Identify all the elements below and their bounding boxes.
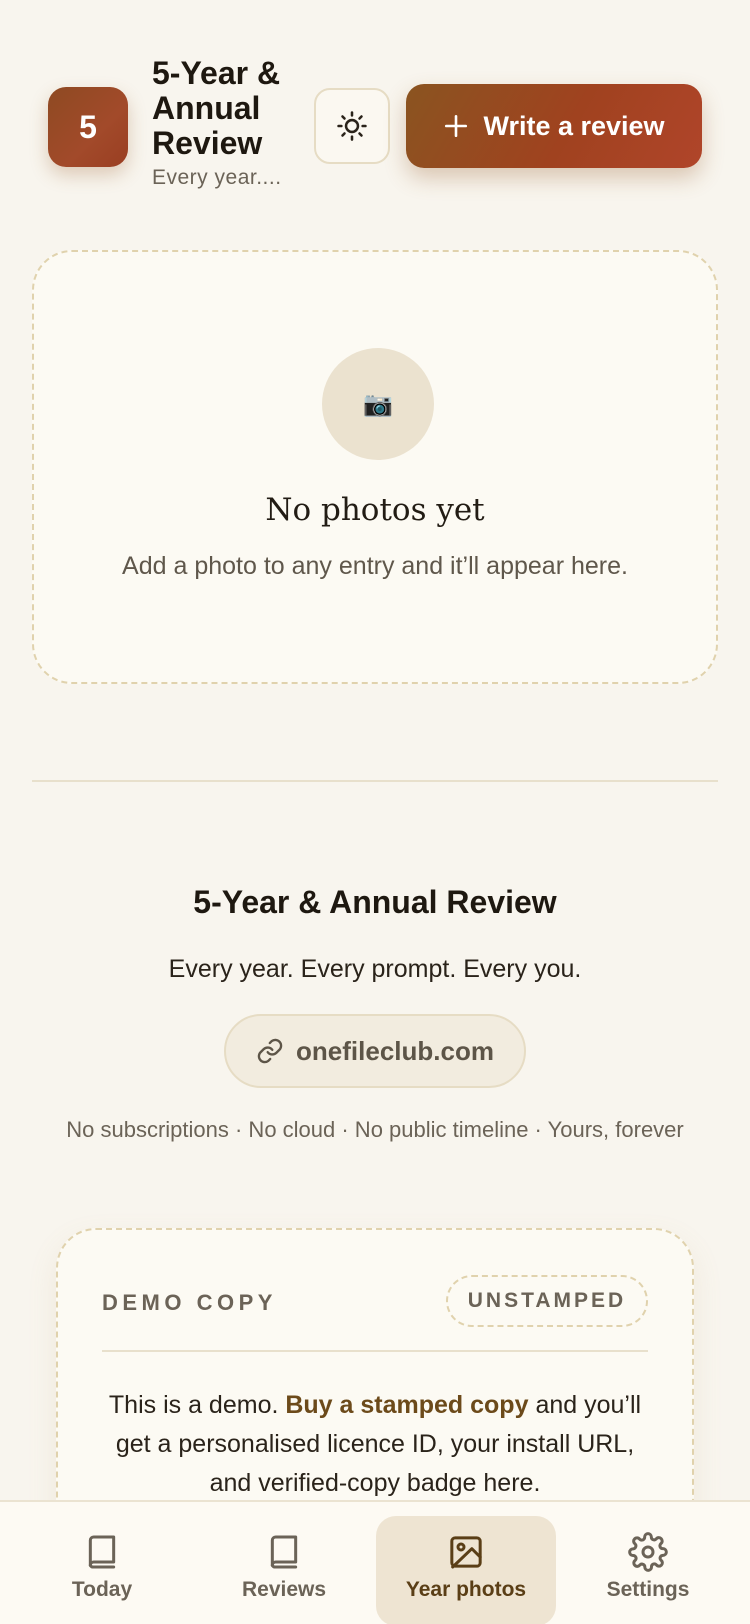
write-review-label: Write a review xyxy=(483,110,665,141)
theme-toggle-button[interactable] xyxy=(314,88,390,164)
footer-brand-title: 5-Year & Annual Review xyxy=(193,884,557,920)
demo-card-divider xyxy=(102,1350,648,1352)
nav-item-year-photos[interactable]: Year photos xyxy=(376,1516,556,1624)
nav-label-today: Today xyxy=(71,1578,133,1601)
nav-label-year-photos: Year photos xyxy=(405,1578,527,1601)
bottom-nav: Today Reviews Year photos Settings xyxy=(0,1500,750,1624)
app-logo: 5 xyxy=(48,87,128,167)
empty-state-title: No photos yet xyxy=(265,492,485,528)
app-header: 5 5-Year & Annual Review Every year.... … xyxy=(0,0,750,220)
link-icon xyxy=(257,1038,283,1064)
nav-item-settings[interactable]: Settings xyxy=(558,1516,738,1624)
empty-photos-card: 📷 No photos yet Add a photo to any entry… xyxy=(32,250,718,684)
image-icon xyxy=(450,1536,482,1569)
sun-icon xyxy=(337,111,367,141)
logo-text: 5 xyxy=(79,108,97,145)
book-icon xyxy=(270,1535,298,1569)
unstamped-badge: UNSTAMPED xyxy=(446,1275,648,1327)
nav-item-today[interactable]: Today xyxy=(12,1516,192,1624)
book-icon xyxy=(88,1535,116,1569)
demo-copy-label: DEMO COPY xyxy=(102,1290,277,1315)
buy-stamped-copy-link[interactable]: Buy a stamped copy xyxy=(285,1391,528,1419)
camera-icon: 📷 xyxy=(322,348,434,460)
demo-copy-text: This is a demo. Buy a stamped copy and y… xyxy=(108,1391,642,1497)
app-title: 5-Year & Annual Review xyxy=(152,55,281,161)
gear-icon xyxy=(628,1532,668,1572)
footer-fine-print: No subscriptions · No cloud · No public … xyxy=(66,1117,684,1142)
empty-state-description: Add a photo to any entry and it’ll appea… xyxy=(122,552,628,580)
plus-icon xyxy=(445,114,468,138)
nav-label-reviews: Reviews xyxy=(241,1578,327,1601)
section-divider xyxy=(32,780,718,782)
write-review-button[interactable]: Write a review xyxy=(406,84,702,168)
site-link-text: onefileclub.com xyxy=(296,1035,494,1066)
nav-item-reviews[interactable]: Reviews xyxy=(194,1516,374,1624)
footer-tagline: Every year. Every prompt. Every you. xyxy=(168,955,582,983)
app-subtitle: Every year.... xyxy=(152,166,282,189)
nav-label-settings: Settings xyxy=(606,1578,690,1601)
site-link[interactable]: onefileclub.com xyxy=(224,1014,526,1088)
